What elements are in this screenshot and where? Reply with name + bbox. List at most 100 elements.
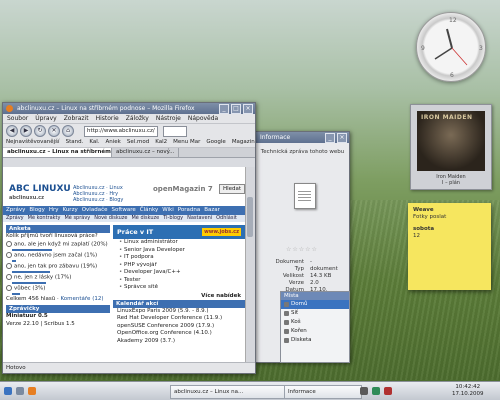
- job-item[interactable]: Senior Java Developer: [113, 247, 245, 255]
- site-logo[interactable]: ABC LINUXU abclinuxu.cz: [9, 185, 71, 203]
- bookmark-item[interactable]: Nejnavštěvovanější: [6, 138, 60, 147]
- nav-item[interactable]: Wiki: [162, 206, 174, 215]
- nav-item[interactable]: Software: [111, 206, 135, 215]
- network-icon[interactable]: [372, 387, 380, 395]
- radio-button[interactable]: [6, 273, 12, 280]
- home-icon[interactable]: ⌂: [62, 125, 74, 137]
- calendar-event[interactable]: LinuxExpo Paris 2009 (5.9. - 8.9.): [113, 308, 245, 316]
- browser-titlebar[interactable]: abclinuxu.cz – Linux na stříbrném podnos…: [3, 103, 255, 114]
- desktop-icon[interactable]: [16, 387, 24, 395]
- job-item[interactable]: PHP vývojář: [113, 262, 245, 270]
- poll-option[interactable]: ano, jen tak pro zábavu (19%): [6, 262, 110, 271]
- nav-item[interactable]: Hry: [49, 206, 59, 215]
- menu-view[interactable]: Zobrazit: [64, 114, 89, 123]
- taskbar-item-browser[interactable]: abclinuxu.cz – Linux na...: [170, 385, 288, 399]
- job-item[interactable]: IT podpora: [113, 254, 245, 262]
- nav-item[interactable]: Zprávy: [6, 206, 25, 215]
- nav-item[interactable]: Bazar: [204, 206, 220, 215]
- nav-item[interactable]: Ovladače: [82, 206, 108, 215]
- tab-active[interactable]: abclinuxu.cz – Linux na stříbrném podnos…: [3, 148, 112, 157]
- user-nav-item[interactable]: Zprávy: [6, 215, 24, 222]
- place-item-floppy[interactable]: Disketa: [281, 336, 349, 345]
- user-nav-item[interactable]: Mé kontrakty: [28, 215, 61, 222]
- user-nav-item[interactable]: Nastavení: [187, 215, 212, 222]
- job-item[interactable]: Developer Java/C++: [113, 269, 245, 277]
- bookmark-item[interactable]: Magazine: [232, 138, 255, 147]
- user-nav-item[interactable]: Ti-blogy: [163, 215, 183, 222]
- radio-button[interactable]: [6, 251, 12, 258]
- calendar-event[interactable]: Akademy 2009 (3.7.): [113, 338, 245, 346]
- radio-button[interactable]: [6, 284, 12, 291]
- menu-edit[interactable]: Úpravy: [35, 114, 56, 123]
- volume-icon[interactable]: [360, 387, 368, 395]
- nav-item[interactable]: Blogy: [29, 206, 44, 215]
- places-panel[interactable]: Místa Domů Síť Koš Kořen Disketa: [280, 291, 350, 363]
- more-jobs-link[interactable]: Více nabídek: [113, 292, 245, 300]
- job-item[interactable]: Správce sítě: [113, 284, 245, 292]
- menu-tools[interactable]: Nástroje: [156, 114, 181, 123]
- maximize-icon[interactable]: □: [231, 104, 241, 114]
- poll-comments-link[interactable]: Komentáře (12): [60, 296, 103, 302]
- now-playing-widget[interactable]: IRON MAIDEN Iron Maiden I – plán: [410, 104, 492, 190]
- poll-option[interactable]: ano, ale jen když mi zaplatí (20%): [6, 240, 110, 249]
- bookmark-item[interactable]: Kal2: [155, 138, 167, 147]
- minimize-icon[interactable]: _: [325, 133, 335, 143]
- bookmark-item[interactable]: Menu Mar: [173, 138, 200, 147]
- update-icon[interactable]: [384, 387, 392, 395]
- user-nav-item[interactable]: Nové diskuze: [94, 215, 127, 222]
- search-button[interactable]: Hledat: [219, 184, 246, 194]
- calendar-event[interactable]: Red Hat Developer Conference (11.9.): [113, 315, 245, 323]
- nav-item[interactable]: Články: [140, 206, 158, 215]
- poll-option[interactable]: ne, jen z lásky (17%): [6, 273, 110, 282]
- calendar-event[interactable]: OpenOffice.org Conference (4.10.): [113, 330, 245, 338]
- user-nav-item[interactable]: Odhlásit: [216, 215, 237, 222]
- taskbar-item-info[interactable]: Informace: [284, 385, 362, 399]
- tab-inactive[interactable]: abclinuxu.cz – nový...: [112, 148, 180, 157]
- url-bar[interactable]: http://www.abclinuxu.cz/: [84, 125, 158, 137]
- taskbar-clock[interactable]: 10:42:42 17.10.2009: [452, 384, 484, 398]
- jobs-header[interactable]: Práce v IT www.jobs.cz: [113, 225, 245, 239]
- banner-text[interactable]: openMagazin 7: [153, 185, 213, 193]
- menu-bookmarks[interactable]: Záložky: [126, 114, 149, 123]
- back-icon[interactable]: ◀: [6, 125, 18, 137]
- start-menu-icon[interactable]: [4, 387, 12, 395]
- job-item[interactable]: Linux administrátor: [113, 239, 245, 247]
- menu-history[interactable]: Historie: [96, 114, 119, 123]
- search-input[interactable]: [163, 125, 187, 137]
- news-headline[interactable]: Miniatuur 0.5: [6, 313, 110, 321]
- minimize-icon[interactable]: _: [219, 104, 229, 114]
- nav-item[interactable]: Kurzy: [62, 206, 77, 215]
- vertical-scrollbar[interactable]: [245, 167, 255, 364]
- radio-button[interactable]: [6, 262, 12, 269]
- bookmark-item[interactable]: Aniek: [106, 138, 121, 147]
- stop-icon[interactable]: ✕: [48, 125, 60, 137]
- bookmark-item[interactable]: Stand.: [66, 138, 84, 147]
- firefox-launcher-icon[interactable]: [28, 387, 36, 395]
- bookmark-item[interactable]: Sel.mod: [127, 138, 149, 147]
- close-icon[interactable]: ×: [337, 133, 347, 143]
- place-item-root[interactable]: Kořen: [281, 327, 349, 336]
- bookmark-item[interactable]: Kal.: [89, 138, 99, 147]
- menu-help[interactable]: Nápověda: [188, 114, 218, 123]
- jobs-logo[interactable]: www.jobs.cz: [202, 228, 241, 236]
- place-item-network[interactable]: Síť: [281, 309, 349, 318]
- place-item-trash[interactable]: Koš: [281, 318, 349, 327]
- bookmark-item[interactable]: Google: [206, 138, 225, 147]
- user-nav-item[interactable]: Mé diskuze: [131, 215, 159, 222]
- browser-window[interactable]: abclinuxu.cz – Linux na stříbrném podnos…: [2, 102, 256, 374]
- sticky-note-widget[interactable]: Weave Fotky poslat sobota 12: [408, 203, 491, 290]
- place-item-home[interactable]: Domů: [281, 300, 349, 309]
- rating-stars[interactable]: ☆☆☆☆☆: [286, 246, 318, 253]
- calendar-event[interactable]: openSUSE Conference 2009 (17.9.): [113, 323, 245, 331]
- user-nav-item[interactable]: Mé správy: [64, 215, 90, 222]
- forward-icon[interactable]: ▶: [20, 125, 32, 137]
- close-icon[interactable]: ×: [243, 104, 253, 114]
- poll-option[interactable]: ano, nedávno jsem začal (1%): [6, 251, 110, 260]
- nav-item[interactable]: Poradna: [178, 206, 200, 215]
- info-window-titlebar[interactable]: Informace _ ×: [256, 132, 349, 143]
- reload-icon[interactable]: ↻: [34, 125, 46, 137]
- radio-button[interactable]: [6, 240, 12, 247]
- job-item[interactable]: Tester: [113, 277, 245, 285]
- scrollbar-thumb[interactable]: [247, 197, 253, 237]
- poll-option[interactable]: vůbec (3%): [6, 284, 110, 293]
